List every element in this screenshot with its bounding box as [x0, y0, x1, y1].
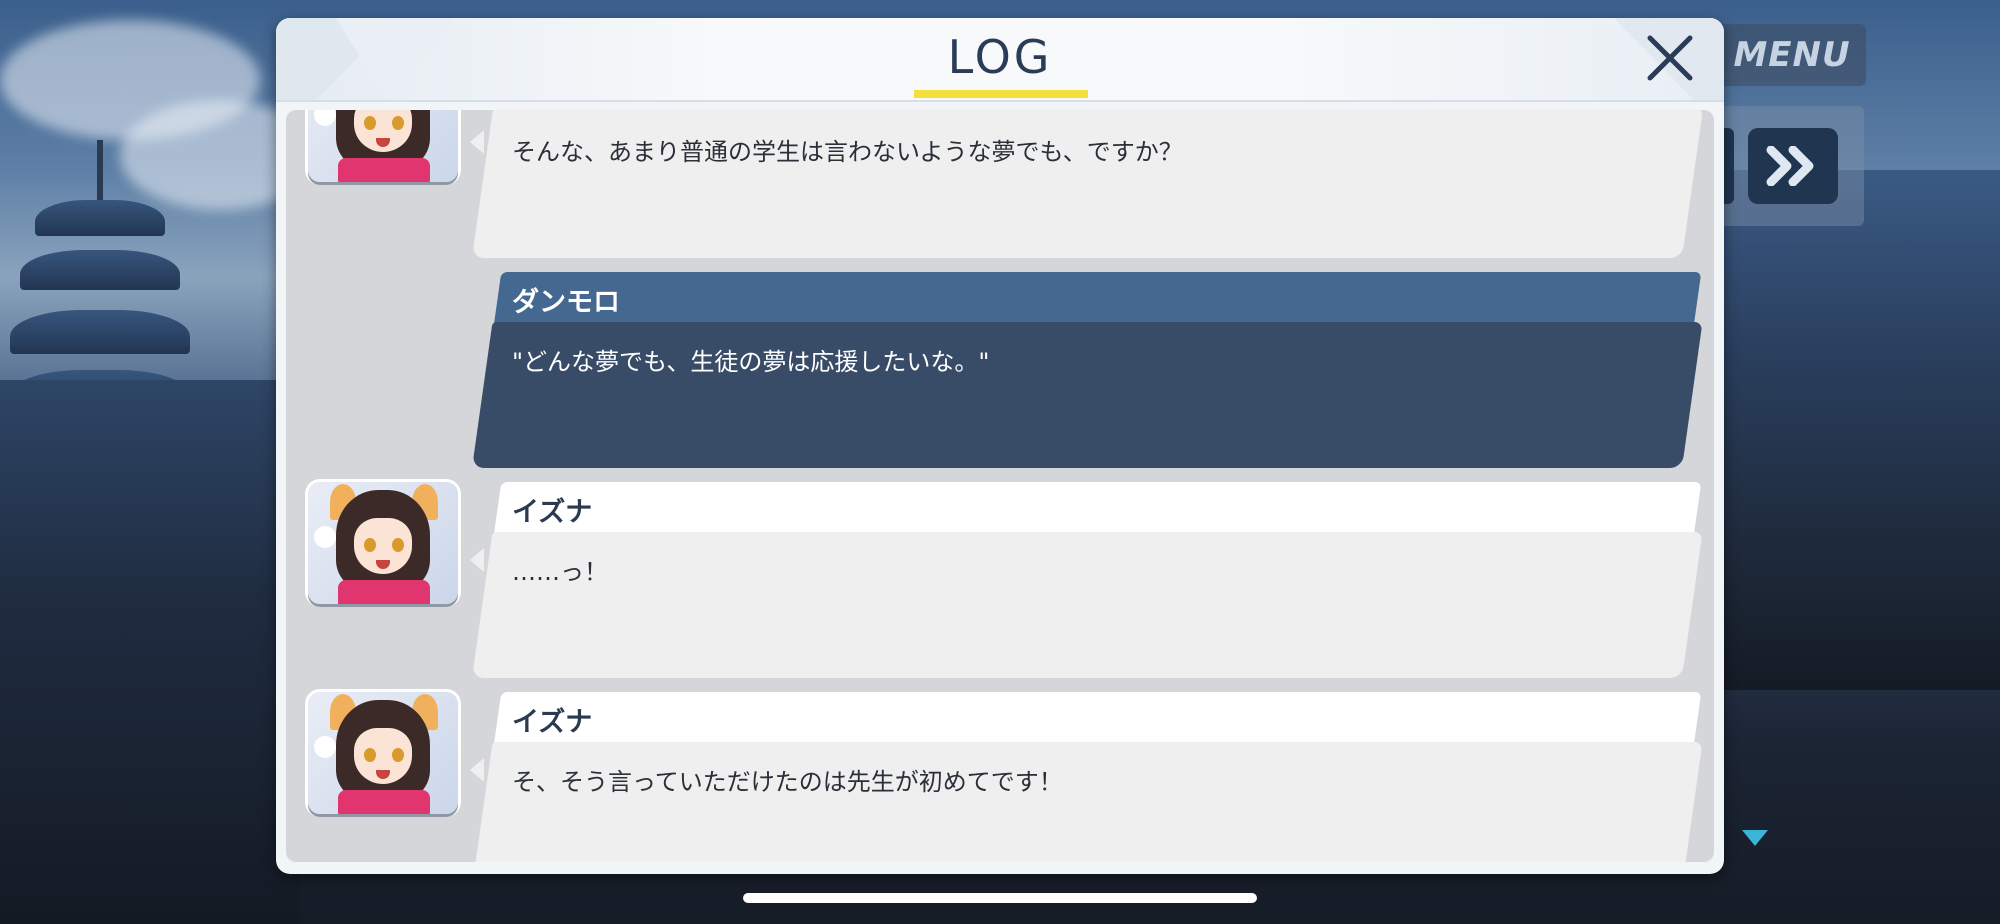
title-underline — [914, 90, 1088, 98]
fast-forward-button[interactable] — [1748, 128, 1838, 204]
menu-button[interactable]: MENU — [1718, 24, 1866, 86]
dialogue-text: ……っ！ — [512, 558, 608, 586]
dialogue-bubble — [472, 742, 1703, 862]
log-dialog: LOG そんな、あまり普通の学生は言わないような夢でも、ですか？ ダンモロ "ど… — [276, 18, 1724, 874]
character-portrait — [308, 482, 458, 604]
dialogue-text: そ、そう言っていただけたのは先生が初めてです！ — [512, 768, 1063, 796]
right-building — [1720, 170, 2000, 690]
log-header: LOG — [276, 18, 1724, 102]
log-title: LOG — [947, 30, 1053, 84]
character-portrait — [308, 110, 458, 182]
dialogue-text: "どんな夢でも、生徒の夢は応援したいな。" — [512, 348, 990, 376]
speaker-plate — [494, 482, 1702, 534]
fast-forward-icon — [1766, 146, 1814, 186]
home-indicator[interactable] — [743, 893, 1257, 903]
close-button[interactable] — [1642, 30, 1698, 86]
speaker-plate — [494, 692, 1702, 744]
dialogue-bubble — [472, 532, 1703, 678]
speaker-name: ダンモロ — [512, 287, 620, 318]
dialogue-text: そんな、あまり普通の学生は言わないような夢でも、ですか？ — [512, 138, 1183, 166]
header-decoration — [276, 18, 456, 100]
speaker-name: イズナ — [512, 707, 593, 738]
left-building — [0, 380, 300, 924]
bubble-pointer — [1682, 332, 1696, 356]
bubble-pointer — [470, 130, 484, 154]
character-portrait — [308, 692, 458, 814]
bubble-pointer — [470, 548, 484, 572]
bubble-pointer — [470, 758, 484, 782]
speaker-name: イズナ — [512, 497, 593, 528]
log-list[interactable]: そんな、あまり普通の学生は言わないような夢でも、ですか？ ダンモロ "どんな夢で… — [286, 110, 1714, 862]
pagoda-silhouette — [0, 140, 200, 420]
speaker-plate — [494, 272, 1702, 324]
close-icon — [1647, 35, 1693, 81]
scroll-down-icon — [1742, 830, 1768, 846]
